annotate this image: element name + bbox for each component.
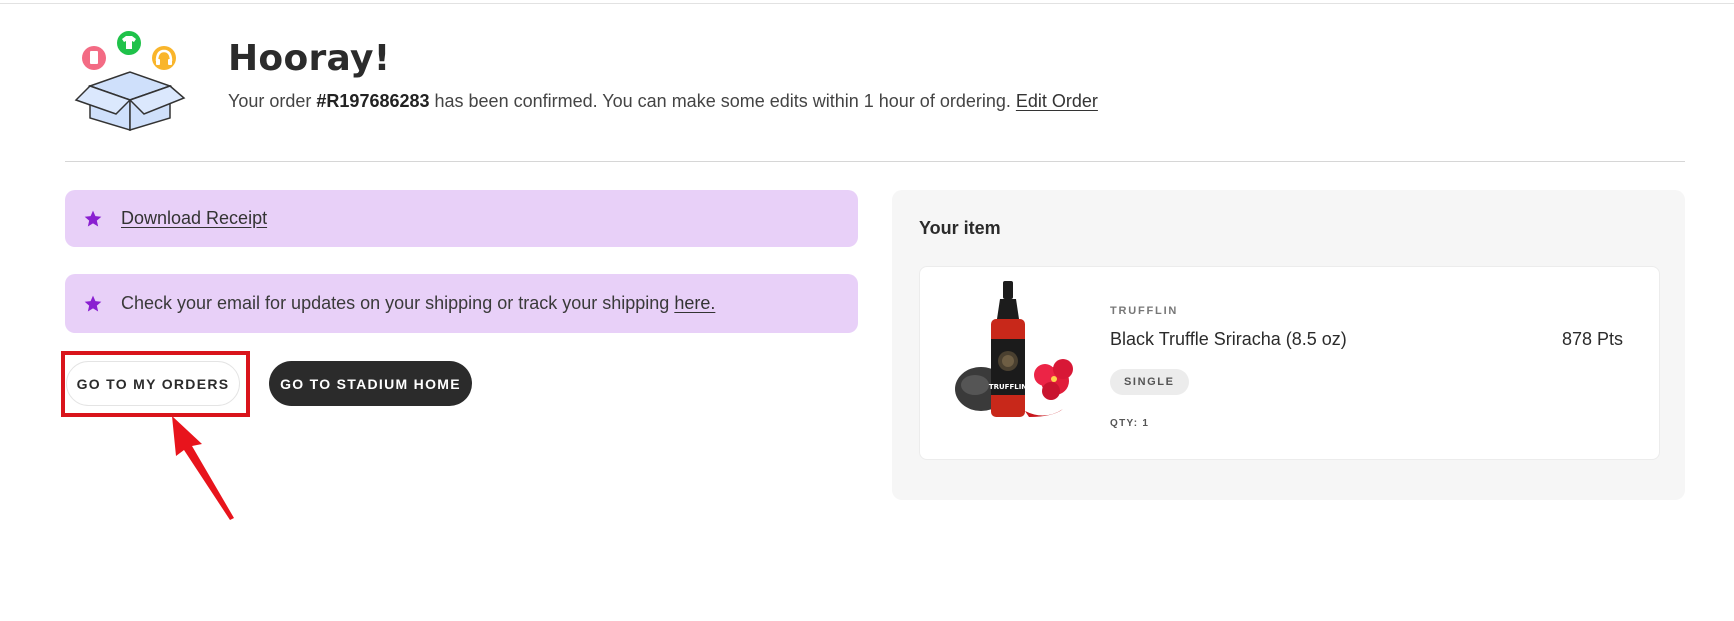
annotation-highlight-box (61, 351, 250, 417)
go-to-stadium-home-button[interactable]: GO TO STADIUM HOME (269, 361, 472, 406)
product-image: TRUFFLIN (955, 281, 1073, 417)
section-divider (65, 161, 1685, 162)
variant-badge: SINGLE (1110, 369, 1189, 395)
open-box-icon (74, 31, 186, 132)
items-panel-title: Your item (919, 218, 1001, 238)
product-quantity: QTY: 1 (1110, 418, 1150, 429)
shipping-info-text: Check your email for updates on your shi… (121, 293, 670, 313)
message-prefix: Your order (228, 91, 317, 111)
top-divider (0, 3, 1734, 4)
edit-order-link[interactable]: Edit Order (1016, 91, 1098, 111)
red-arrow-annotation-icon (172, 416, 234, 520)
product-price: 878 Pts (1561, 329, 1623, 349)
order-number: #R197686283 (316, 91, 430, 111)
product-brand: TRUFFLIN (1110, 305, 1179, 317)
product-name: Black Truffle Sriracha (8.5 oz) (1110, 329, 1347, 349)
download-receipt-banner: Download Receipt (65, 190, 858, 247)
order-items-panel: Your item TRUFFLIN TRUFFLIN Black Truffl… (892, 190, 1685, 500)
track-shipping-link[interactable]: here. (674, 293, 715, 314)
page-title: Hooray! (228, 38, 391, 79)
order-confirmation-message: Your order #R197686283 has been confirme… (228, 91, 1098, 112)
svg-text:TRUFFLIN: TRUFFLIN (989, 383, 1027, 391)
download-receipt-link[interactable]: Download Receipt (121, 208, 267, 229)
order-item-card: TRUFFLIN TRUFFLIN Black Truffle Sriracha… (919, 266, 1660, 460)
star-icon (84, 210, 102, 226)
star-icon (84, 295, 102, 311)
shipping-info-banner: Check your email for updates on your shi… (65, 274, 858, 333)
message-suffix: has been confirmed. You can make some ed… (429, 91, 1016, 111)
